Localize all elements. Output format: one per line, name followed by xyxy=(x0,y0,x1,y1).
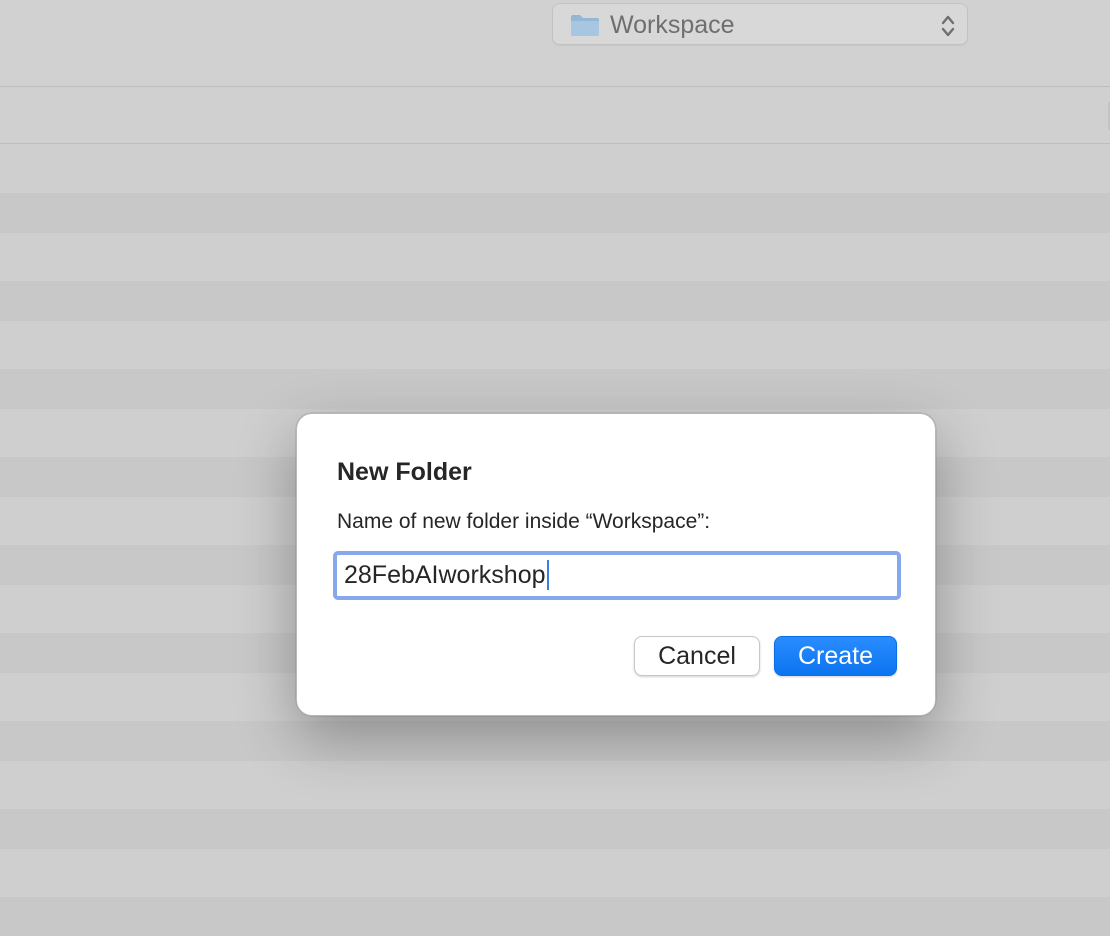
folder-name-field[interactable]: 28FebAIworkshop xyxy=(333,551,901,600)
location-popup-label: Workspace xyxy=(610,11,735,39)
folder-icon xyxy=(570,13,600,37)
folder-name-input[interactable]: 28FebAIworkshop xyxy=(344,560,549,590)
new-folder-dialog: New Folder Name of new folder inside “Wo… xyxy=(296,413,936,716)
create-button[interactable]: Create xyxy=(774,636,897,676)
cancel-button[interactable]: Cancel xyxy=(634,636,760,676)
background-path-bar xyxy=(0,88,1110,144)
dialog-title: New Folder xyxy=(337,458,472,486)
location-popup[interactable]: Workspace xyxy=(552,3,968,45)
folder-name-value: 28FebAIworkshop xyxy=(344,561,546,589)
updown-chevron-icon xyxy=(940,13,956,39)
background-toolbar: Workspace xyxy=(0,0,1110,87)
dialog-prompt: Name of new folder inside “Workspace”: xyxy=(337,510,711,533)
text-caret xyxy=(546,560,549,590)
